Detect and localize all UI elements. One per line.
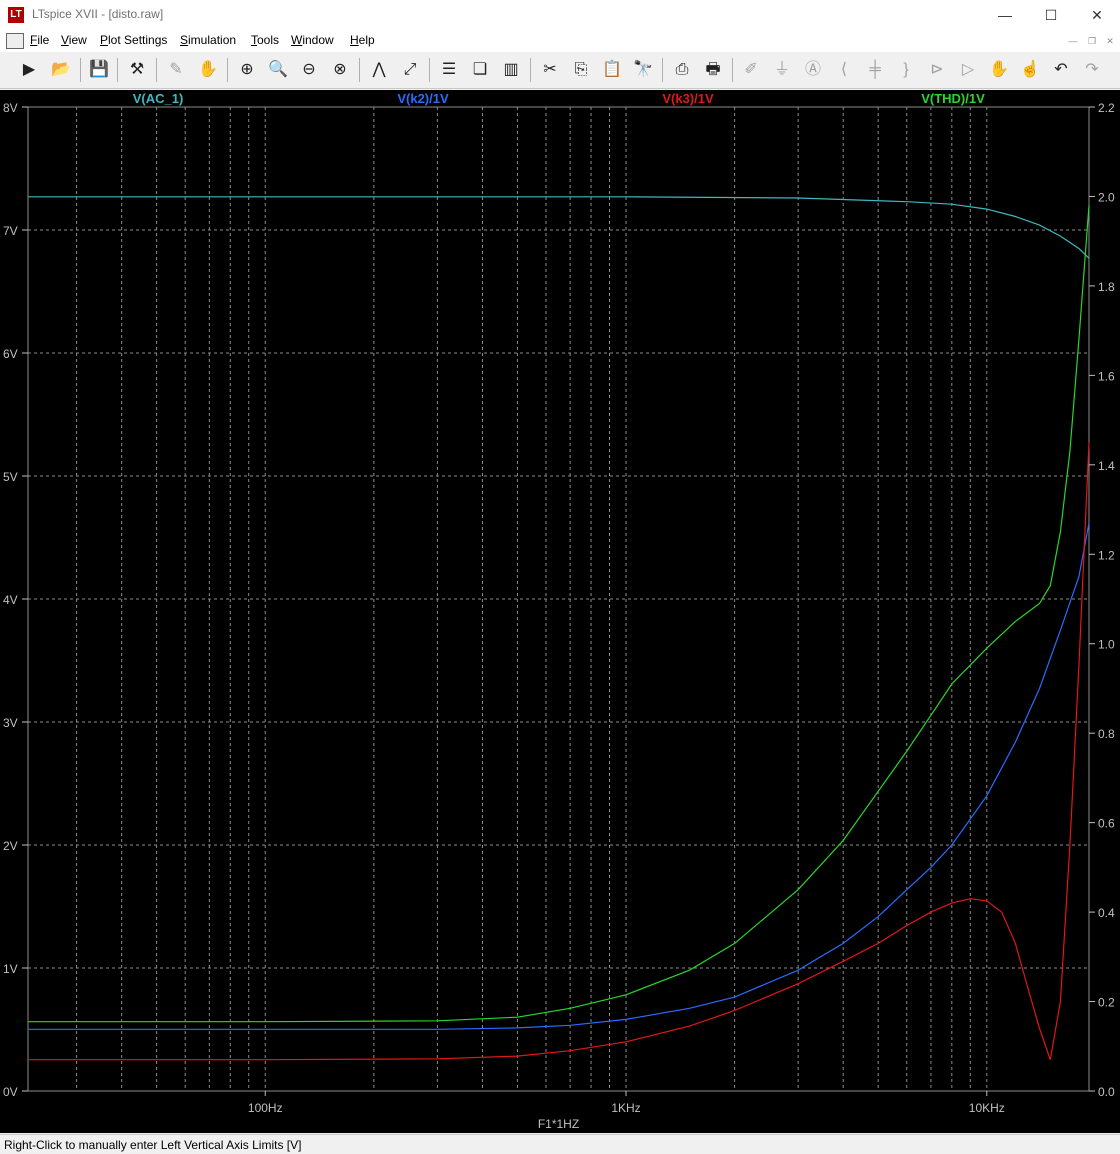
y-right-tick-label: 0.6 <box>1098 817 1115 831</box>
save-icon[interactable]: 💾 <box>86 57 112 83</box>
capacitor-icon[interactable]: ╪ <box>862 57 888 83</box>
legend-entry: V(k3)/1V <box>662 91 714 106</box>
y-right-tick-label: 1.2 <box>1098 548 1115 562</box>
redo-icon[interactable]: ↷ <box>1079 57 1105 83</box>
fit-icon[interactable]: ⤢ <box>397 57 423 83</box>
menu-help[interactable]: Help <box>350 33 375 47</box>
resistor-icon[interactable]: ⟨ <box>831 57 857 83</box>
control-panel-icon[interactable]: ⚒ <box>124 57 150 83</box>
y-left-tick-label: 0V <box>3 1085 18 1099</box>
y-left-tick-label: 2V <box>3 839 18 853</box>
y-right-tick-label: 0.0 <box>1098 1085 1115 1099</box>
y-right-tick-label: 1.6 <box>1098 369 1115 383</box>
series-line-k3[interactable] <box>28 442 1090 1061</box>
zoom-cancel-icon[interactable]: ⊗ <box>327 57 353 83</box>
x-tick-label: 10KHz <box>969 1101 1005 1115</box>
autorange-icon[interactable]: ⋀ <box>366 57 392 83</box>
y-right-tick-label: 0.2 <box>1098 996 1115 1010</box>
document-icon[interactable] <box>6 33 24 49</box>
y-right-tick-label: 1.4 <box>1098 459 1115 473</box>
series-line-ac1[interactable] <box>28 196 1090 259</box>
y-right-tick-label: 1.8 <box>1098 280 1115 294</box>
status-bar: Right-Click to manually enter Left Verti… <box>0 1134 1120 1154</box>
print-icon[interactable]: 🖶 <box>700 57 726 83</box>
draw-wire-icon[interactable]: ✐ <box>738 57 764 83</box>
cut-icon[interactable]: ✂ <box>537 57 563 83</box>
y-left-tick-label: 3V <box>3 716 18 730</box>
tile-horizontal-icon[interactable]: ☰ <box>436 57 462 83</box>
print-preview-icon[interactable]: ⎙ <box>669 57 695 83</box>
ltspice-icon: LT <box>8 7 24 23</box>
menu-bar <box>0 30 1120 52</box>
y-left-tick-label: 8V <box>3 101 18 115</box>
copy-icon[interactable]: ⎘ <box>568 57 594 83</box>
menu-window[interactable]: Window <box>291 33 334 47</box>
y-right-tick-label: 2.2 <box>1098 101 1115 115</box>
chart-svg[interactable]: 0V 1V 2V 3V 4V 5V 6V 7V 8V 0.0 0.2 0.4 0.6 0.8 1.0 1.2 1… <box>0 90 1120 1133</box>
move-icon[interactable]: ✋ <box>986 57 1012 83</box>
window-title: LTspice XVII - [disto.raw] <box>32 7 164 21</box>
y-left-tick-label: 5V <box>3 470 18 484</box>
component-icon[interactable]: ▷ <box>955 57 981 83</box>
minimize-button[interactable]: — <box>982 0 1028 30</box>
mdi-close-icon[interactable]: ✕ <box>1103 35 1117 47</box>
legend-entry: V(AC_1) <box>133 91 184 106</box>
probe-icon[interactable]: ✎ <box>163 57 189 83</box>
undo-icon[interactable]: ↶ <box>1048 57 1074 83</box>
inductor-icon[interactable]: } <box>893 57 919 83</box>
y-left-tick-label: 7V <box>3 224 18 238</box>
x-tick-label: 1KHz <box>611 1101 640 1115</box>
y-left-tick-label: 1V <box>3 962 18 976</box>
y-right-tick-label: 0.4 <box>1098 906 1115 920</box>
run-icon[interactable]: ▶ <box>16 57 42 83</box>
mdi-minimize-icon[interactable]: — <box>1066 35 1080 47</box>
x-axis-label: F1*1HZ <box>538 1117 579 1131</box>
x-tick-label: 100Hz <box>248 1101 283 1115</box>
series-line-thd[interactable] <box>28 205 1090 1023</box>
diode-icon[interactable]: ⊳ <box>924 57 950 83</box>
menu-file[interactable]: File <box>30 33 49 47</box>
menu-view[interactable]: View <box>61 33 87 47</box>
status-text: Right-Click to manually enter Left Verti… <box>4 1138 302 1152</box>
title-bar: LT LTspice XVII - [disto.raw] — ☐ ✕ <box>0 0 1120 30</box>
find-icon[interactable]: 🔭 <box>630 57 656 83</box>
pan-icon[interactable]: ✋ <box>195 57 221 83</box>
menu-plot-settings[interactable]: Plot Settings <box>100 33 167 47</box>
close-button[interactable]: ✕ <box>1074 0 1120 30</box>
legend-entry: V(k2)/1V <box>397 91 449 106</box>
drag-icon[interactable]: ☝ <box>1017 57 1043 83</box>
y-left-tick-label: 4V <box>3 593 18 607</box>
y-left-tick-label: 6V <box>3 347 18 361</box>
open-icon[interactable]: 📂 <box>48 57 74 83</box>
maximize-button[interactable]: ☐ <box>1028 0 1074 30</box>
menu-simulation[interactable]: Simulation <box>180 33 236 47</box>
paste-icon[interactable]: 📋 <box>599 57 625 83</box>
waveform-plot[interactable]: 0V 1V 2V 3V 4V 5V 6V 7V 8V 0.0 0.2 0.4 0.6 0.8 1.0 1.2 1… <box>0 90 1120 1133</box>
tile-vertical-icon[interactable]: ▥ <box>498 57 524 83</box>
legend-entry: V(THD)/1V <box>921 91 985 106</box>
mdi-restore-icon[interactable]: ❐ <box>1085 35 1099 47</box>
ground-icon[interactable]: ⏚ <box>769 57 795 83</box>
y-right-tick-label: 0.8 <box>1098 727 1115 741</box>
cascade-icon[interactable]: ❏ <box>467 57 493 83</box>
zoom-rect-icon[interactable]: 🔍 <box>265 57 291 83</box>
y-right-tick-label: 1.0 <box>1098 638 1115 652</box>
zoom-in-icon[interactable]: ⊕ <box>234 57 260 83</box>
menu-tools[interactable]: Tools <box>251 33 279 47</box>
y-right-tick-label: 2.0 <box>1098 190 1115 204</box>
label-icon[interactable]: Ⓐ <box>800 57 826 83</box>
zoom-out-icon[interactable]: ⊖ <box>296 57 322 83</box>
